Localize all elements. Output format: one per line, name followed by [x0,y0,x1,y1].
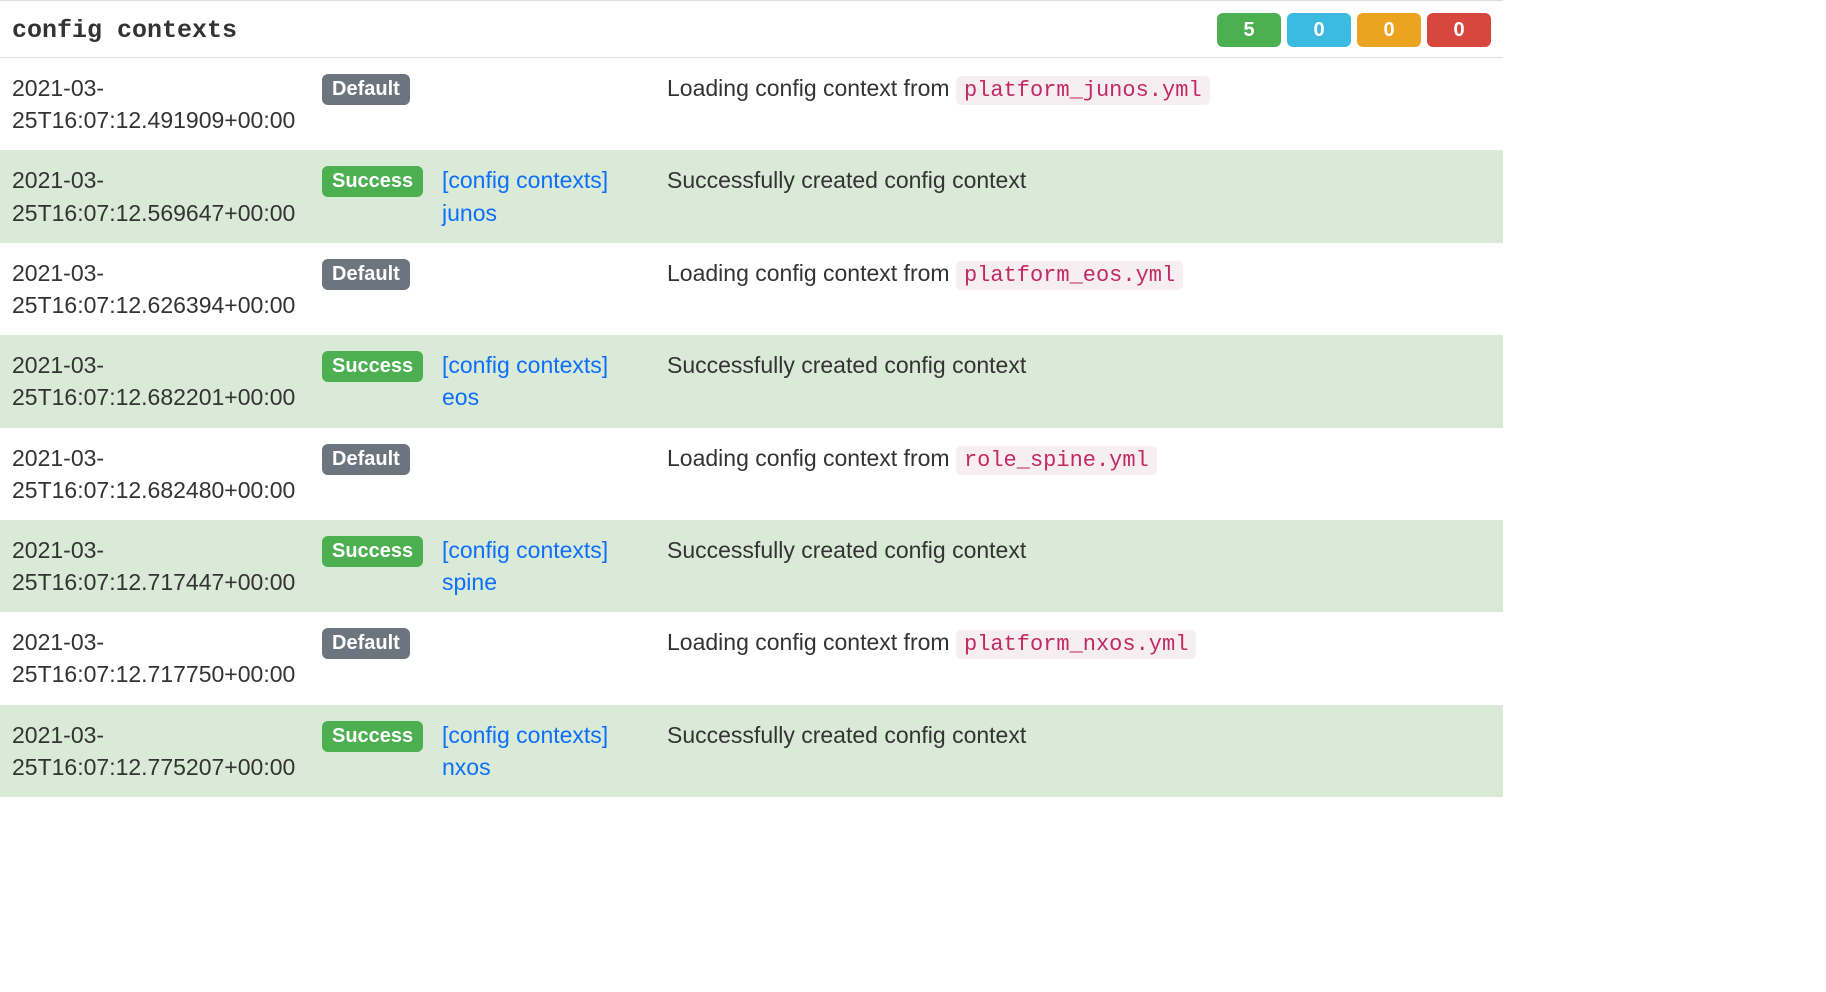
message-code: platform_junos.yml [956,76,1210,105]
message-text: Successfully created config context [667,352,1026,378]
object-link[interactable]: [config contexts]junos [442,164,657,228]
status-cell: Default [322,257,442,290]
log-row: 2021-03-25T16:07:12.626394+00:00Default L… [0,243,1503,335]
message-cell: Successfully created config context [667,164,1491,196]
message-code: role_spine.yml [956,446,1157,475]
log-row: 2021-03-25T16:07:12.569647+00:00Success [… [0,150,1503,242]
status-badge: Success [322,721,423,752]
status-cell: Default [322,442,442,475]
message-cell: Loading config context from platform_jun… [667,72,1491,107]
message-cell: Successfully created config context [667,534,1491,566]
log-row: 2021-03-25T16:07:12.682480+00:00Default L… [0,428,1503,520]
object-cell: [config contexts]spine [442,534,667,598]
message-cell: Successfully created config context [667,719,1491,751]
status-badge: Success [322,166,423,197]
message-text: Loading config context from [667,75,956,101]
status-badge: Success [322,536,423,567]
timestamp: 2021-03-25T16:07:12.682201+00:00 [12,349,322,413]
status-badge: Default [322,444,410,475]
message-code: platform_eos.yml [956,261,1183,290]
message-cell: Loading config context from platform_nxo… [667,626,1491,661]
object-name: junos [442,197,657,229]
timestamp: 2021-03-25T16:07:12.717750+00:00 [12,626,322,690]
object-cell: [config contexts]eos [442,349,667,413]
timestamp: 2021-03-25T16:07:12.682480+00:00 [12,442,322,506]
status-badge: Success [322,351,423,382]
message-cell: Loading config context from role_spine.y… [667,442,1491,477]
object-group: [config contexts] [442,534,657,566]
object-name: nxos [442,751,657,783]
object-group: [config contexts] [442,349,657,381]
log-header: config contexts 5 0 0 0 [0,1,1503,58]
status-cell: Default [322,626,442,659]
timestamp: 2021-03-25T16:07:12.717447+00:00 [12,534,322,598]
object-name: spine [442,566,657,598]
status-badge: Default [322,628,410,659]
timestamp: 2021-03-25T16:07:12.626394+00:00 [12,257,322,321]
message-code: platform_nxos.yml [956,630,1196,659]
message-text: Loading config context from [667,629,956,655]
object-group: [config contexts] [442,164,657,196]
object-cell: [config contexts]nxos [442,719,667,783]
count-badge-info[interactable]: 0 [1287,13,1351,47]
log-row: 2021-03-25T16:07:12.775207+00:00Success [… [0,705,1503,797]
count-badge-warning[interactable]: 0 [1357,13,1421,47]
message-text: Loading config context from [667,260,956,286]
status-cell: Success [322,719,442,752]
status-badge: Default [322,74,410,105]
object-cell: [config contexts]junos [442,164,667,228]
timestamp: 2021-03-25T16:07:12.775207+00:00 [12,719,322,783]
log-row: 2021-03-25T16:07:12.717750+00:00Default L… [0,612,1503,704]
count-badge-success[interactable]: 5 [1217,13,1281,47]
message-text: Successfully created config context [667,537,1026,563]
log-rows: 2021-03-25T16:07:12.491909+00:00DefaultL… [0,58,1503,797]
log-row: 2021-03-25T16:07:12.491909+00:00Default L… [0,58,1503,150]
message-text: Successfully created config context [667,722,1026,748]
timestamp: 2021-03-25T16:07:12.569647+00:00 [12,164,322,228]
object-link[interactable]: [config contexts]spine [442,534,657,598]
object-name: eos [442,381,657,413]
log-panel: config contexts 5 0 0 0 2021-03-25T16:07… [0,0,1503,797]
log-title: config contexts [12,16,237,45]
object-group: [config contexts] [442,719,657,751]
log-row: 2021-03-25T16:07:12.717447+00:00Success [… [0,520,1503,612]
object-link[interactable]: [config contexts]nxos [442,719,657,783]
log-row: 2021-03-25T16:07:12.682201+00:00Success [… [0,335,1503,427]
status-count-row: 5 0 0 0 [1217,13,1491,47]
status-cell: Success [322,349,442,382]
message-cell: Successfully created config context [667,349,1491,381]
status-cell: Success [322,534,442,567]
object-link[interactable]: [config contexts]eos [442,349,657,413]
status-badge: Default [322,259,410,290]
timestamp: 2021-03-25T16:07:12.491909+00:00 [12,72,322,136]
status-cell: Default [322,72,442,105]
message-text: Loading config context from [667,445,956,471]
message-text: Successfully created config context [667,167,1026,193]
status-cell: Success [322,164,442,197]
message-cell: Loading config context from platform_eos… [667,257,1491,292]
count-badge-failure[interactable]: 0 [1427,13,1491,47]
